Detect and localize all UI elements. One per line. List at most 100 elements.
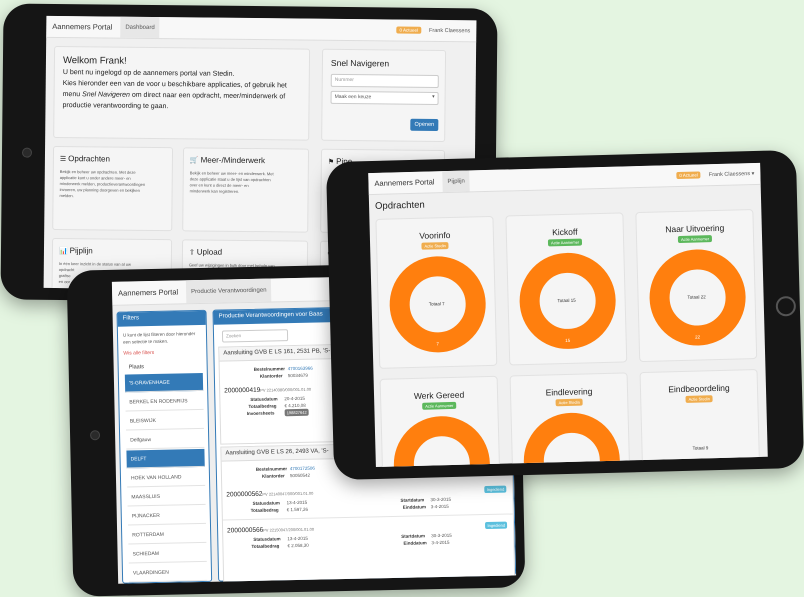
pv-code: PV 22150047/200/001.01.00	[263, 526, 315, 533]
status-label: Statusdatum	[252, 500, 280, 506]
start-label: Startdatum	[400, 497, 425, 503]
welcome-line-1: U bent nu ingelogd op de aannemers porta…	[62, 69, 235, 78]
filter-item[interactable]: 'S-GRAVENHAGE	[124, 372, 204, 393]
actueel-badge[interactable]: 0 Actueel	[396, 26, 422, 34]
totaal-value: € 1.597,26	[286, 506, 309, 513]
quicknav-select[interactable]: Maak een keuze ▾	[330, 90, 439, 105]
donut-total: Totaal 9	[692, 445, 709, 451]
tile-meerminderwerk-desc-3: over en kunt u direct de meer- en	[189, 182, 249, 188]
tile-opdrachten-desc-1: Bekijk en beheer uw opdrachten. Met deze	[59, 169, 136, 175]
pv-number[interactable]: 2000000562	[226, 491, 262, 499]
filter-item[interactable]: BLEISWIJK	[125, 410, 204, 431]
totaal-label: Totaalbedrag	[251, 543, 280, 549]
filters-panel: Filters U kunt de lijst filteren door hi…	[116, 309, 213, 584]
welcome-line-3c: om direct naar een opdracht, meer/minder…	[129, 91, 286, 101]
eind-label: Einddatum	[402, 504, 426, 510]
wis-alle-filters-link[interactable]: Wis alle filters	[123, 350, 154, 357]
filter-item[interactable]: HOEK VAN HOLLAND	[126, 467, 206, 488]
action-badge: Actie Aannemer	[677, 235, 713, 244]
tile-opdrachten[interactable]: ☰ Opdrachten Bekijk en beheer uw opdrach…	[52, 145, 174, 232]
donut-grid: Voorinfo Actie Stedin Totaal 7 7 Kickoff Acti…	[368, 163, 768, 468]
totaal-value: € 4.210,08	[284, 402, 306, 409]
donut-card[interactable]: Kickoff Actie Aannemer Totaal 15 15	[505, 212, 628, 366]
donut-card[interactable]: Werk Gereed Actie Aannemer	[379, 375, 502, 468]
bestel-value[interactable]: 4700172506	[290, 466, 315, 472]
tile-pijplijn-title: 📊 Pijplijn	[59, 246, 93, 255]
totaal-label: Totaalbedrag	[250, 507, 279, 513]
action-badge: Actie Aannemer	[547, 238, 583, 247]
tile-pijplijn-label: Pijplijn	[69, 246, 93, 256]
tab-productie[interactable]: Productie Verantwoordingen	[185, 278, 272, 304]
tile-upload-title: ⇪ Upload	[189, 247, 222, 256]
filter-item[interactable]: DELFT	[126, 448, 205, 469]
filter-item[interactable]: ROTTERDAM	[128, 524, 207, 545]
quicknav-placeholder: Nummer	[334, 76, 354, 84]
filter-item[interactable]: BERKEL EN RODENRIJS	[125, 391, 204, 412]
brand-link-3[interactable]: Aannemers Portal	[118, 287, 178, 297]
donut-card[interactable]: Eindlevering Actie Stedin	[509, 372, 632, 468]
tablet-camera	[21, 147, 33, 158]
status-tag: Ingediend	[485, 521, 508, 530]
donut-card-title: Eindbeoordeling	[668, 382, 730, 395]
brand-link[interactable]: Aannemers Portal	[52, 22, 112, 32]
status-value: 13-4-2015	[286, 499, 308, 506]
pv-code: PV 22140047/000/001.01.00	[262, 490, 314, 497]
donut-card-title: Eindlevering	[545, 386, 593, 398]
user-menu[interactable]: Frank Claessens	[429, 27, 470, 33]
openen-button[interactable]: Openen	[410, 118, 439, 131]
bestel-value[interactable]: 4700163966	[288, 366, 313, 372]
tile-meerminderwerk-desc-2: deze applicatie staat u de lijst van opd…	[189, 176, 271, 183]
tile-meerminderwerk-desc-4: minderwerk kan registreren.	[189, 188, 240, 194]
eind-label: Einddatum	[403, 540, 427, 546]
tile-opdrachten-desc-3: minderwerk melden, productieverantwoordi…	[59, 181, 146, 187]
snel-navigeren-ref: Snel Navigeren	[82, 91, 130, 99]
donut-ring	[523, 412, 620, 468]
invoer-label: Invoersheets	[246, 410, 275, 417]
filter-list: 'S-GRAVENHAGE BERKEL EN RODENRIJS BLEISWIJ…	[119, 372, 213, 584]
chevron-down-icon: ▾	[432, 93, 435, 100]
invoer-badge: 198827642	[284, 408, 309, 417]
quicknav-title: Snel Navigeren	[330, 57, 390, 69]
totaal-label: Totaalbedrag	[248, 403, 277, 409]
klant-value: 50034679	[287, 372, 308, 379]
status-tag: Ingediend	[484, 485, 507, 494]
filter-item[interactable]: SCHIEDAM	[128, 543, 207, 564]
welcome-line-4: productie verantwoording te gaan.	[62, 102, 169, 111]
search-input[interactable]: Zoeken	[221, 329, 289, 343]
welcome-line-3a: menu	[62, 91, 83, 99]
welcome-panel: Welkom Frank! U bent nu ingelogd op de a…	[53, 45, 311, 141]
start-value: 30-3-2015	[431, 532, 452, 539]
pv-number[interactable]: 2000000566	[227, 527, 263, 535]
welcome-title: Welkom Frank!	[62, 55, 127, 67]
donut-card[interactable]: Naar Uitvoering Actie Aannemer Totaal 22 22	[635, 209, 758, 363]
klant-label: Klantorder	[259, 373, 283, 379]
welcome-line-3: menu Snel Navigeren om direct naar een o…	[63, 91, 286, 100]
filter-item[interactable]: MAASSLUIS	[127, 486, 206, 507]
upload-icon: ⇪	[188, 249, 197, 257]
quicknav-number-input[interactable]: Nummer	[330, 73, 439, 88]
tile-pijplijn-desc-1: In één keer inzicht in de status van al …	[58, 261, 131, 267]
tile-opdrachten-label: Opdrachten	[68, 154, 111, 164]
status-value: 13-4-2015	[287, 535, 308, 542]
tile-meerminderwerk-label: Meer-/Minderwerk	[200, 155, 266, 166]
tile-meerminderwerk[interactable]: 🛒 Meer-/Minderwerk Bekijk en beheer uw m…	[182, 147, 310, 233]
tile-pijplijn-desc-3: grafisc	[58, 273, 71, 279]
pv-number[interactable]: 2000000419	[224, 387, 260, 395]
tile-upload-label: Upload	[196, 247, 223, 257]
eind-value: 3-4-2015	[430, 503, 449, 510]
klant-label: Klantorder	[261, 473, 285, 479]
filters-help-1: U kunt de lijst filteren door hieronder	[122, 331, 196, 338]
donut-card[interactable]: Voorinfo Actie Stedin Totaal 77	[375, 215, 498, 369]
tile-meerminderwerk-desc-1: Bekijk en beheer uw meer- en minderwerk.…	[189, 170, 274, 177]
filter-item[interactable]: VLAARDINGEN	[128, 562, 208, 583]
status-label: Statusdatum	[253, 536, 281, 542]
start-label: Startdatum	[401, 533, 426, 539]
donut-card-title: Voorinfo	[419, 229, 451, 241]
filter-item[interactable]: PIJNACKER	[127, 505, 206, 526]
tab-dashboard[interactable]: Dashboard	[120, 16, 160, 39]
donut-card[interactable]: Eindbeoordeling Actie Stedin Totaal 9	[639, 368, 762, 468]
home-button[interactable]	[775, 295, 797, 317]
status-value: 20-4-2015	[284, 395, 305, 402]
tile-opdrachten-desc-5: melden.	[59, 193, 74, 199]
filter-item[interactable]: Delfgauw	[126, 429, 205, 450]
